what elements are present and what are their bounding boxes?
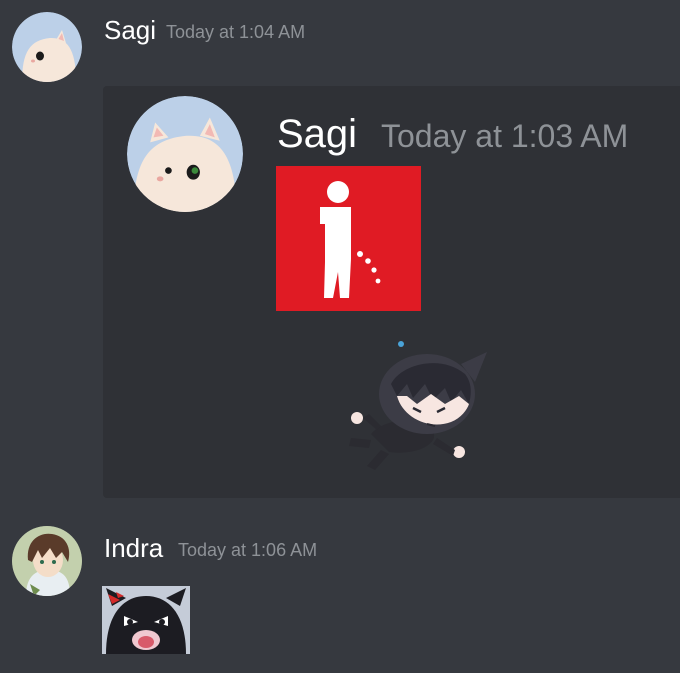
chibi-boy-sticker-icon [341, 334, 501, 478]
message-timestamp: Today at 1:04 AM [166, 22, 306, 42]
anime-boy-avatar-icon [12, 526, 82, 596]
message-timestamp: Today at 1:06 AM [178, 540, 318, 560]
white-cat-avatar-icon [12, 12, 82, 82]
red-no-peeing-sign-icon [276, 166, 421, 311]
embed-timestamp: Today at 1:03 AM [381, 118, 629, 154]
avatar-indra[interactable] [12, 526, 82, 596]
embed-avatar-sagi [127, 96, 243, 212]
username-sagi[interactable]: Sagi [104, 14, 156, 46]
angry-black-cat-sticker-icon[interactable] [102, 586, 190, 654]
attached-screenshot-image[interactable]: Sagi Today at 1:03 AM [103, 86, 680, 498]
avatar-sagi[interactable] [12, 12, 82, 82]
white-cat-avatar-icon [127, 96, 243, 212]
username-indra[interactable]: Indra [104, 532, 163, 564]
embed-username: Sagi [277, 112, 358, 156]
